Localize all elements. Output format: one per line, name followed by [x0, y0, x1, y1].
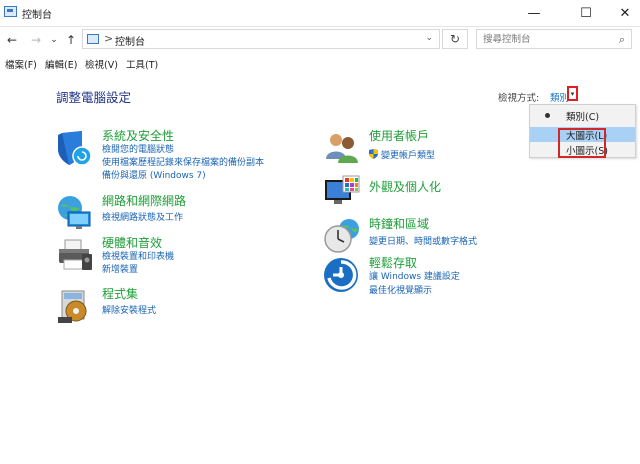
close-button[interactable]: ✕: [610, 0, 640, 26]
view-by-dropdown-button[interactable]: ▾: [567, 86, 578, 101]
uac-shield-icon: [369, 149, 378, 159]
address-bar[interactable]: > 控制台 ⌄: [82, 29, 440, 49]
link-windows-suggest-settings[interactable]: 讓 Windows 建議設定: [369, 269, 460, 282]
control-panel-icon: [87, 34, 99, 44]
menu-tools[interactable]: 工具(T): [126, 57, 158, 71]
programs-disc-icon[interactable]: [56, 287, 94, 325]
navigation-bar: ← → ⌄ ↑ > 控制台 ⌄ ↻ ⌕: [0, 27, 640, 53]
up-button[interactable]: ↑: [63, 31, 79, 49]
link-label: 變更帳戶類型: [381, 151, 436, 161]
printer-icon[interactable]: [56, 236, 94, 274]
link-network-status[interactable]: 檢視網路狀態及工作: [102, 210, 183, 223]
chevron-down-icon[interactable]: ⌄: [425, 33, 433, 43]
search-input[interactable]: [483, 32, 603, 46]
back-button[interactable]: ←: [4, 31, 20, 49]
link-uninstall-program[interactable]: 解除安裝程式: [102, 303, 156, 316]
link-devices-printers[interactable]: 檢視裝置和印表機: [102, 249, 174, 262]
link-add-device[interactable]: 新增裝置: [102, 262, 138, 275]
breadcrumb-separator: >: [104, 32, 114, 45]
title-bar: 控制台 — ☐ ✕: [0, 0, 640, 27]
page-title: 調整電腦設定: [56, 90, 132, 105]
breadcrumb[interactable]: 控制台: [115, 33, 145, 48]
category-title[interactable]: 程式集: [102, 285, 138, 302]
maximize-button[interactable]: ☐: [566, 0, 606, 26]
menu-file[interactable]: 檔案(F): [5, 57, 37, 71]
recent-locations-button[interactable]: ⌄: [48, 31, 60, 49]
view-option-category[interactable]: 類別(C): [530, 108, 635, 123]
refresh-button[interactable]: ↻: [442, 29, 468, 49]
network-globe-icon[interactable]: [56, 194, 94, 232]
view-by-menu: 類別(C) 大圖示(L) 小圖示(S): [529, 104, 636, 158]
category-title[interactable]: 網路和網際網路: [102, 192, 186, 209]
link-backup-restore[interactable]: 備份與還原 (Windows 7): [102, 168, 206, 181]
clock-globe-icon[interactable]: [323, 217, 361, 255]
window-title: 控制台: [22, 10, 52, 21]
menu-edit[interactable]: 編輯(E): [45, 57, 77, 71]
shield-icon[interactable]: [56, 129, 94, 167]
link-review-status[interactable]: 檢閱您的電腦狀態: [102, 142, 174, 155]
view-by-label: 檢視方式:: [498, 93, 540, 104]
users-icon[interactable]: [323, 129, 361, 167]
minimize-button[interactable]: —: [514, 0, 554, 26]
category-title[interactable]: 使用者帳戶: [369, 127, 429, 144]
link-file-history[interactable]: 使用檔案歷程記錄來保存檔案的備份副本: [102, 155, 264, 168]
search-icon[interactable]: ⌕: [619, 33, 625, 47]
monitor-palette-icon[interactable]: [323, 174, 361, 212]
view-option-small-icons[interactable]: 小圖示(S): [530, 142, 635, 157]
category-title[interactable]: 外觀及個人化: [369, 178, 441, 195]
control-panel-icon: [4, 6, 17, 17]
forward-button[interactable]: →: [28, 31, 44, 49]
ease-of-access-icon[interactable]: [323, 256, 361, 294]
link-change-account-type[interactable]: 變更帳戶類型: [369, 148, 435, 161]
menu-view[interactable]: 檢視(V): [85, 57, 118, 71]
link-optimize-visual-display[interactable]: 最佳化視覺顯示: [369, 283, 432, 296]
menu-bar: 檔案(F) 編輯(E) 檢視(V) 工具(T): [0, 55, 640, 71]
category-title[interactable]: 時鐘和區域: [369, 215, 429, 232]
link-change-date-time[interactable]: 變更日期、時間或數字格式: [369, 234, 477, 247]
search-box[interactable]: ⌕: [476, 29, 632, 49]
view-option-large-icons[interactable]: 大圖示(L): [530, 127, 635, 142]
selected-bullet-icon: [545, 113, 550, 118]
